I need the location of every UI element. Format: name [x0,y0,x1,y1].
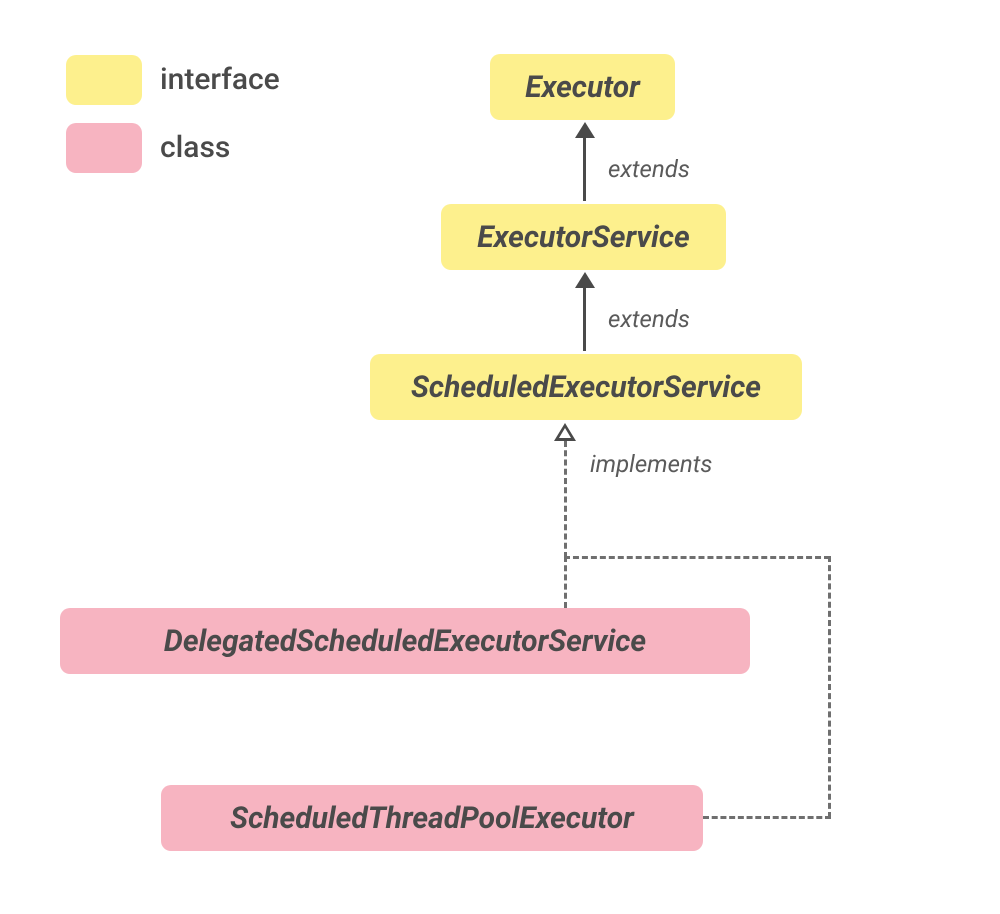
edge-label-implements: implements [590,450,712,478]
node-scheduledThreadPoolExecutor-label: ScheduledThreadPoolExecutor [230,801,634,836]
diagram-canvas: interface class Executor extends Executo… [0,0,1000,914]
node-delegatedScheduledExecutorService-label: DelegatedScheduledExecutorService [164,624,646,659]
node-scheduledExecutorService: ScheduledExecutorService [370,354,802,420]
node-delegatedScheduledExecutorService: DelegatedScheduledExecutorService [60,608,750,674]
node-executor: Executor [490,54,675,120]
legend-swatch-class [66,123,142,173]
node-executorService: ExecutorService [441,204,726,270]
edge-label-extends-2: extends [608,305,690,333]
legend-label-class: class [160,130,230,165]
edge-extends-scheduledExecutorService-executorService [583,275,586,351]
arrowhead-implements [554,423,576,441]
edge-label-extends-1: extends [608,155,690,183]
node-scheduledExecutorService-label: ScheduledExecutorService [411,370,761,405]
node-executor-label: Executor [525,70,640,105]
dash-vertical-main [564,441,567,558]
node-executorService-label: ExecutorService [477,220,689,255]
dash-horizontal-branch [564,556,830,559]
dash-vertical-right [828,556,831,818]
dash-horizontal-to-threadpool [703,816,831,819]
dash-vertical-to-delegated [564,556,567,608]
edge-extends-executorService-executor [583,125,586,201]
legend-label-interface: interface [160,62,280,97]
node-scheduledThreadPoolExecutor: ScheduledThreadPoolExecutor [161,785,703,851]
legend-swatch-interface [66,55,142,105]
